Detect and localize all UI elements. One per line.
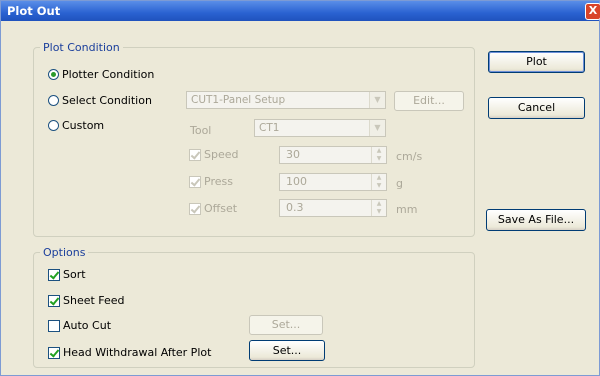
plot-condition-legend: Plot Condition bbox=[43, 41, 120, 54]
edit-button[interactable]: Edit... bbox=[394, 91, 464, 111]
window-title: Plot Out bbox=[7, 4, 61, 18]
radio-custom[interactable]: Custom bbox=[48, 119, 104, 132]
auto-cut-checkbox[interactable]: Auto Cut bbox=[48, 319, 111, 332]
radio-select-condition[interactable]: Select Condition bbox=[48, 94, 152, 107]
cancel-button[interactable]: Cancel bbox=[488, 97, 585, 119]
offset-unit: mm bbox=[396, 203, 418, 216]
press-checkbox[interactable]: Press bbox=[189, 175, 233, 188]
sheet-feed-label: Sheet Feed bbox=[63, 294, 125, 307]
head-withdrawal-label: Head Withdrawal After Plot bbox=[63, 346, 212, 359]
plot-out-dialog: Plot Out X Plot Condition Plotter Condit… bbox=[0, 0, 600, 376]
head-withdrawal-check-indicator[interactable] bbox=[48, 346, 60, 359]
plot-button[interactable]: Plot bbox=[488, 51, 585, 73]
auto-cut-set-button[interactable]: Set... bbox=[249, 315, 323, 335]
auto-cut-check-indicator[interactable] bbox=[48, 319, 60, 332]
title-bar: Plot Out X bbox=[1, 1, 600, 21]
sheet-feed-checkbox[interactable]: Sheet Feed bbox=[48, 294, 125, 307]
offset-spinner[interactable]: 0.3 ▲ ▼ bbox=[279, 199, 387, 217]
tool-value: CT1 bbox=[259, 122, 280, 134]
radio-plotter-condition[interactable]: Plotter Condition bbox=[48, 68, 154, 81]
press-spinner[interactable]: 100 ▲ ▼ bbox=[279, 173, 387, 191]
spinner-arrows-icon[interactable]: ▲ ▼ bbox=[371, 174, 386, 190]
tool-label: Tool bbox=[190, 124, 212, 137]
close-icon[interactable]: X bbox=[585, 3, 600, 20]
spinner-arrows-icon[interactable]: ▲ ▼ bbox=[371, 147, 386, 163]
offset-value: 0.3 bbox=[286, 201, 304, 214]
radio-select-indicator[interactable] bbox=[48, 95, 59, 106]
tool-combo[interactable]: CT1 ▼ bbox=[254, 119, 386, 137]
sort-checkbox[interactable]: Sort bbox=[48, 268, 86, 281]
offset-check-indicator[interactable] bbox=[189, 202, 201, 215]
offset-checkbox[interactable]: Offset bbox=[189, 202, 237, 215]
speed-spinner[interactable]: 30 ▲ ▼ bbox=[279, 146, 387, 164]
save-as-file-button[interactable]: Save As File... bbox=[486, 209, 586, 231]
select-condition-combo[interactable]: CUT1-Panel Setup ▼ bbox=[186, 91, 386, 109]
sort-label: Sort bbox=[63, 268, 86, 281]
speed-label: Speed bbox=[204, 148, 239, 161]
select-condition-value: CUT1-Panel Setup bbox=[191, 94, 286, 106]
press-value: 100 bbox=[286, 175, 307, 188]
offset-label: Offset bbox=[204, 202, 238, 215]
speed-unit: cm/s bbox=[396, 150, 423, 163]
radio-plotter-indicator[interactable] bbox=[48, 69, 59, 80]
head-withdrawal-set-button[interactable]: Set... bbox=[249, 340, 325, 361]
spinner-arrows-icon[interactable]: ▲ ▼ bbox=[371, 200, 386, 216]
radio-custom-indicator[interactable] bbox=[48, 120, 59, 131]
auto-cut-label: Auto Cut bbox=[63, 319, 112, 332]
chevron-down-icon[interactable]: ▼ bbox=[369, 92, 385, 108]
press-unit: g bbox=[396, 177, 403, 190]
options-legend: Options bbox=[43, 246, 86, 259]
chevron-down-icon[interactable]: ▼ bbox=[369, 120, 385, 136]
radio-custom-label: Custom bbox=[62, 119, 105, 132]
sheet-feed-check-indicator[interactable] bbox=[48, 294, 60, 307]
sort-check-indicator[interactable] bbox=[48, 268, 60, 281]
speed-check-indicator[interactable] bbox=[189, 148, 201, 161]
radio-select-label: Select Condition bbox=[62, 94, 152, 107]
press-label: Press bbox=[204, 175, 233, 188]
speed-value: 30 bbox=[286, 148, 300, 161]
speed-checkbox[interactable]: Speed bbox=[189, 148, 238, 161]
head-withdrawal-checkbox[interactable]: Head Withdrawal After Plot bbox=[48, 346, 211, 359]
press-check-indicator[interactable] bbox=[189, 175, 201, 188]
radio-plotter-label: Plotter Condition bbox=[62, 68, 155, 81]
